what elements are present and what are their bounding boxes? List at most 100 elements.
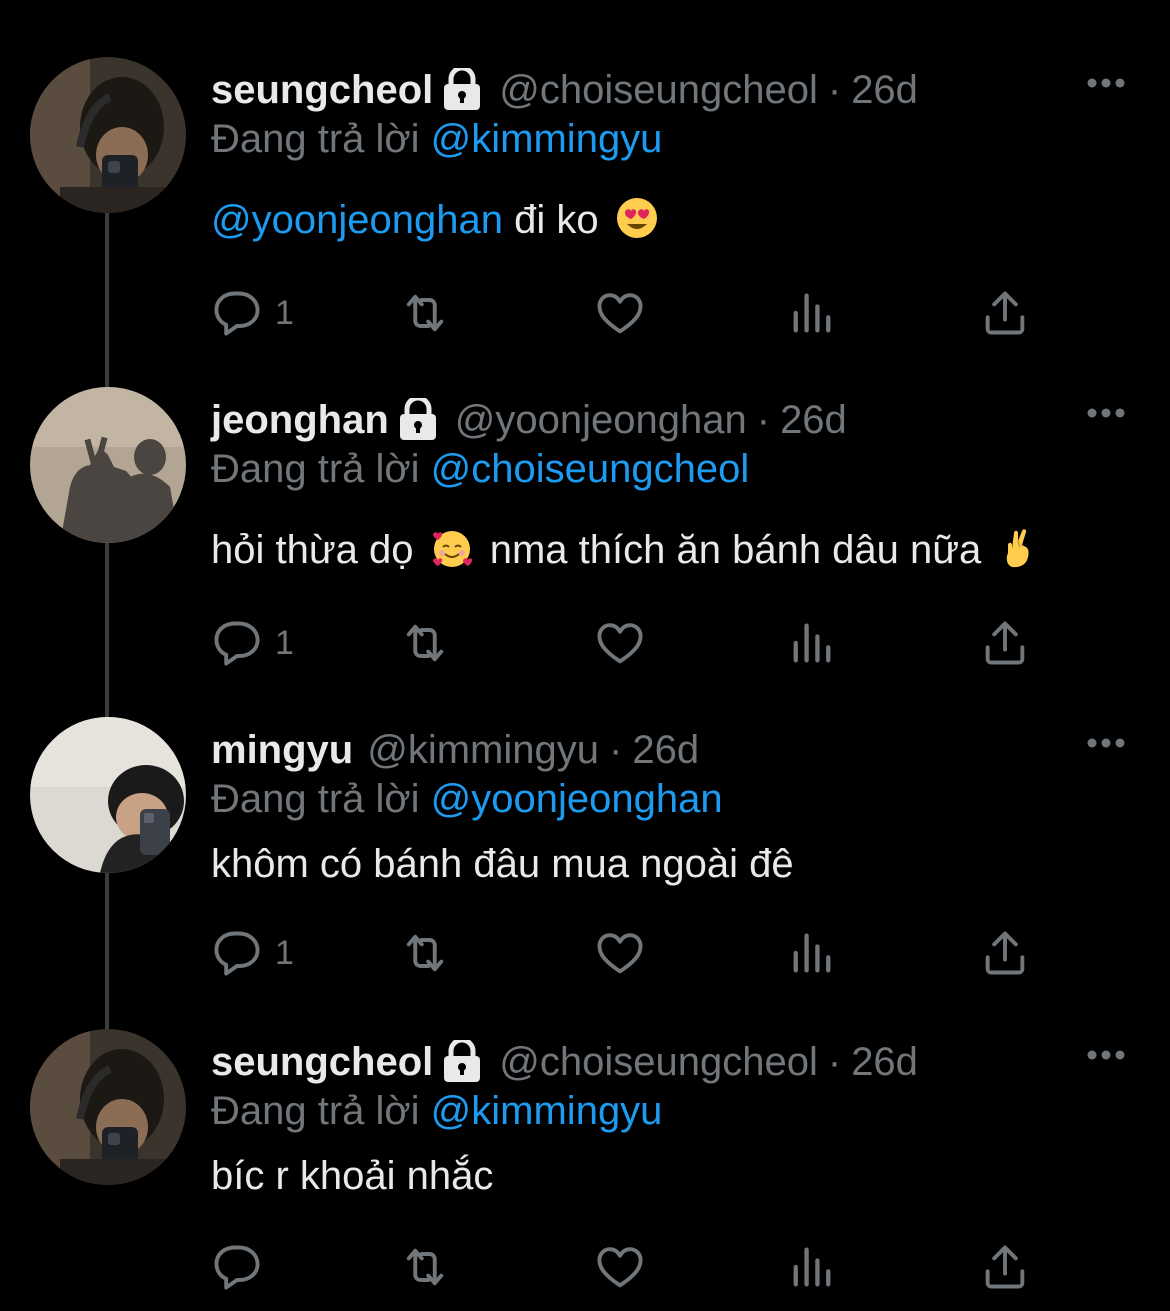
more-icon[interactable] — [1086, 405, 1126, 421]
share-icon — [985, 931, 1025, 975]
handle[interactable]: @kimmingyu — [367, 725, 599, 775]
body-text-part-2: nma thích ăn bánh dâu nữa — [478, 528, 982, 572]
display-name[interactable]: jeonghan — [211, 395, 389, 445]
reply-thread: seungcheol @choiseungcheol · 26d Đang tr… — [0, 0, 1170, 1311]
replying-to-mention[interactable]: @kimmingyu — [431, 1089, 663, 1133]
reply-button[interactable]: 1 — [211, 283, 294, 343]
reply-button[interactable]: 1 — [211, 613, 294, 673]
tweet-text: @yoonjeonghan đi ko — [211, 195, 664, 245]
views-button[interactable] — [786, 283, 838, 343]
share-button[interactable] — [979, 1237, 1031, 1297]
reply-button[interactable] — [211, 1237, 275, 1297]
share-icon — [985, 621, 1025, 665]
like-button[interactable] — [594, 613, 646, 673]
replying-to-mention[interactable]: @choiseungcheol — [431, 447, 750, 491]
replying-to-label: Đang trả lời — [211, 447, 420, 491]
retweet-button[interactable] — [399, 923, 451, 983]
more-icon[interactable] — [1086, 1047, 1126, 1063]
like-button[interactable] — [594, 1237, 646, 1297]
tweet-actions — [211, 1237, 1071, 1297]
handle[interactable]: @choiseungcheol — [499, 1037, 818, 1087]
views-button[interactable] — [786, 1237, 838, 1297]
tweet-actions: 1 — [211, 283, 1071, 343]
share-button[interactable] — [979, 923, 1031, 983]
handle[interactable]: @choiseungcheol — [499, 65, 818, 115]
replying-to-label: Đang trả lời — [211, 1089, 420, 1133]
separator-dot: · — [756, 398, 771, 442]
lock-icon — [444, 68, 481, 110]
retweet-icon — [406, 1248, 444, 1286]
like-icon — [597, 1247, 643, 1288]
reply-count: 1 — [275, 933, 294, 972]
tweet-actions: 1 — [211, 613, 1071, 673]
reply-count: 1 — [275, 293, 294, 332]
retweet-icon — [406, 624, 444, 662]
like-icon — [597, 933, 643, 974]
smiling-face-with-heart-eyes-emoji — [616, 198, 657, 239]
views-icon — [793, 1247, 831, 1287]
replying-to-mention[interactable]: @kimmingyu — [431, 117, 663, 161]
display-name[interactable]: mingyu — [211, 725, 353, 775]
tweet-header: seungcheol @choiseungcheol · 26d — [211, 65, 918, 115]
replying-to-label: Đang trả lời — [211, 117, 420, 161]
avatar[interactable] — [30, 387, 186, 543]
retweet-button[interactable] — [399, 1237, 451, 1297]
body-mention[interactable]: @yoonjeonghan — [211, 198, 503, 242]
reply-icon — [214, 291, 260, 336]
reply-icon — [214, 1245, 260, 1290]
separator-dot: · — [827, 68, 842, 112]
timestamp[interactable]: 26d — [851, 65, 918, 115]
timestamp[interactable]: 26d — [851, 1037, 918, 1087]
replying-to: Đang trả lời @choiseungcheol — [211, 445, 749, 493]
handle[interactable]: @yoonjeonghan — [455, 395, 747, 445]
more-icon[interactable] — [1086, 75, 1126, 91]
retweet-button[interactable] — [399, 613, 451, 673]
retweet-icon — [406, 294, 444, 332]
smiling-face-with-hearts-emoji — [432, 531, 472, 568]
lock-icon — [399, 398, 436, 440]
views-icon — [793, 623, 831, 663]
tweet-actions: 1 — [211, 923, 1071, 983]
views-icon — [793, 293, 831, 333]
views-button[interactable] — [786, 923, 838, 983]
retweet-button[interactable] — [399, 283, 451, 343]
display-name[interactable]: seungcheol — [211, 65, 433, 115]
views-button[interactable] — [786, 613, 838, 673]
reply-count: 1 — [275, 623, 294, 662]
tweet-text: hỏi thừa dọ nma thích ăn bánh dâu nữa — [211, 525, 1046, 575]
share-icon — [985, 1245, 1025, 1289]
like-button[interactable] — [594, 923, 646, 983]
body-text: đi ko — [502, 198, 599, 242]
display-name[interactable]: seungcheol — [211, 1037, 433, 1087]
views-icon — [793, 933, 831, 973]
like-icon — [597, 623, 643, 664]
tweet-header: mingyu @kimmingyu · 26d — [211, 725, 699, 775]
separator-dot: · — [827, 1040, 842, 1084]
share-button[interactable] — [979, 613, 1031, 673]
reply-icon — [214, 931, 260, 976]
tweet-header: jeonghan @yoonjeonghan · 26d — [211, 395, 847, 445]
tweet-header: seungcheol @choiseungcheol · 26d — [211, 1037, 918, 1087]
avatar[interactable] — [30, 57, 186, 213]
tweet-text: bíc r khoải nhắc — [211, 1154, 494, 1198]
more-icon[interactable] — [1086, 735, 1126, 751]
crossed-fingers-emoji — [1007, 529, 1030, 568]
timestamp[interactable]: 26d — [780, 395, 847, 445]
timestamp[interactable]: 26d — [632, 725, 699, 775]
replying-to: Đang trả lời @kimmingyu — [211, 1087, 662, 1135]
like-icon — [597, 293, 643, 334]
replying-to-label: Đang trả lời — [211, 777, 420, 821]
like-button[interactable] — [594, 283, 646, 343]
share-button[interactable] — [979, 283, 1031, 343]
body-text-part-1: hỏi thừa dọ — [211, 528, 414, 572]
avatar[interactable] — [30, 717, 186, 873]
replying-to: Đang trả lời @kimmingyu — [211, 115, 662, 163]
avatar[interactable] — [30, 1029, 186, 1185]
lock-icon — [444, 1040, 481, 1082]
replying-to-mention[interactable]: @yoonjeonghan — [431, 777, 723, 821]
retweet-icon — [406, 934, 444, 972]
replying-to: Đang trả lời @yoonjeonghan — [211, 775, 723, 823]
thread-connector-line — [105, 212, 109, 1042]
reply-button[interactable]: 1 — [211, 923, 294, 983]
separator-dot: · — [609, 728, 623, 772]
